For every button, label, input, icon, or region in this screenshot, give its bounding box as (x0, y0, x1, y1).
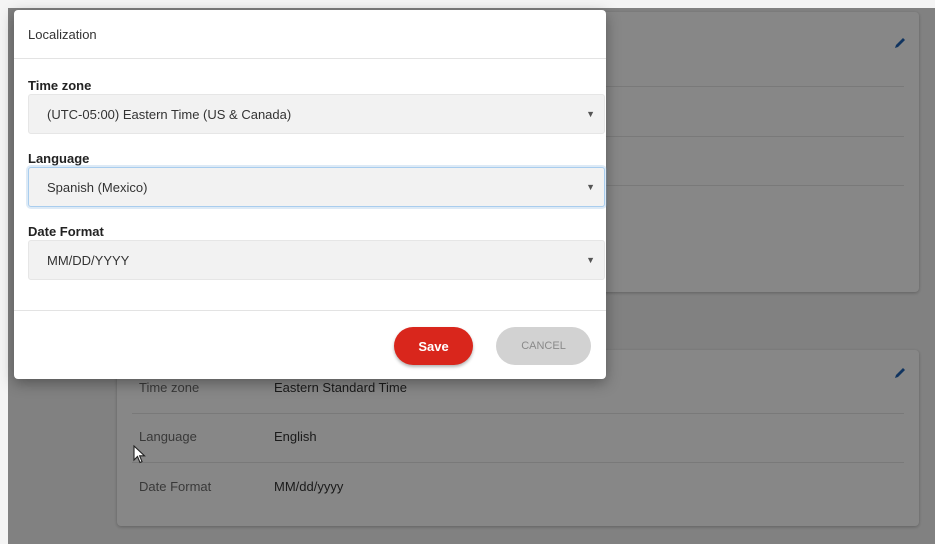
chevron-down-icon: ▼ (586, 109, 595, 119)
timezone-select[interactable]: (UTC-05:00) Eastern Time (US & Canada) ▼ (28, 94, 605, 134)
chevron-down-icon: ▼ (586, 255, 595, 265)
language-select[interactable]: Spanish (Mexico) ▼ (28, 167, 605, 207)
chevron-down-icon: ▼ (586, 182, 595, 192)
language-field-label: Language (28, 151, 90, 166)
save-button[interactable]: Save (394, 327, 473, 365)
modal-header: Localization (14, 10, 606, 59)
mouse-cursor-icon (133, 445, 146, 464)
timezone-selected-value: (UTC-05:00) Eastern Time (US & Canada) (47, 107, 292, 122)
localization-modal: Localization Time zone (UTC-05:00) Easte… (14, 10, 606, 379)
timezone-field-label: Time zone (28, 78, 92, 93)
language-selected-value: Spanish (Mexico) (47, 180, 148, 195)
date-format-select[interactable]: MM/DD/YYYY ▼ (28, 240, 605, 280)
cancel-button[interactable]: CANCEL (496, 327, 591, 365)
modal-footer (14, 310, 606, 311)
date-format-field-label: Date Format (28, 224, 104, 239)
modal-title: Localization (28, 27, 97, 42)
date-format-selected-value: MM/DD/YYYY (47, 253, 130, 268)
